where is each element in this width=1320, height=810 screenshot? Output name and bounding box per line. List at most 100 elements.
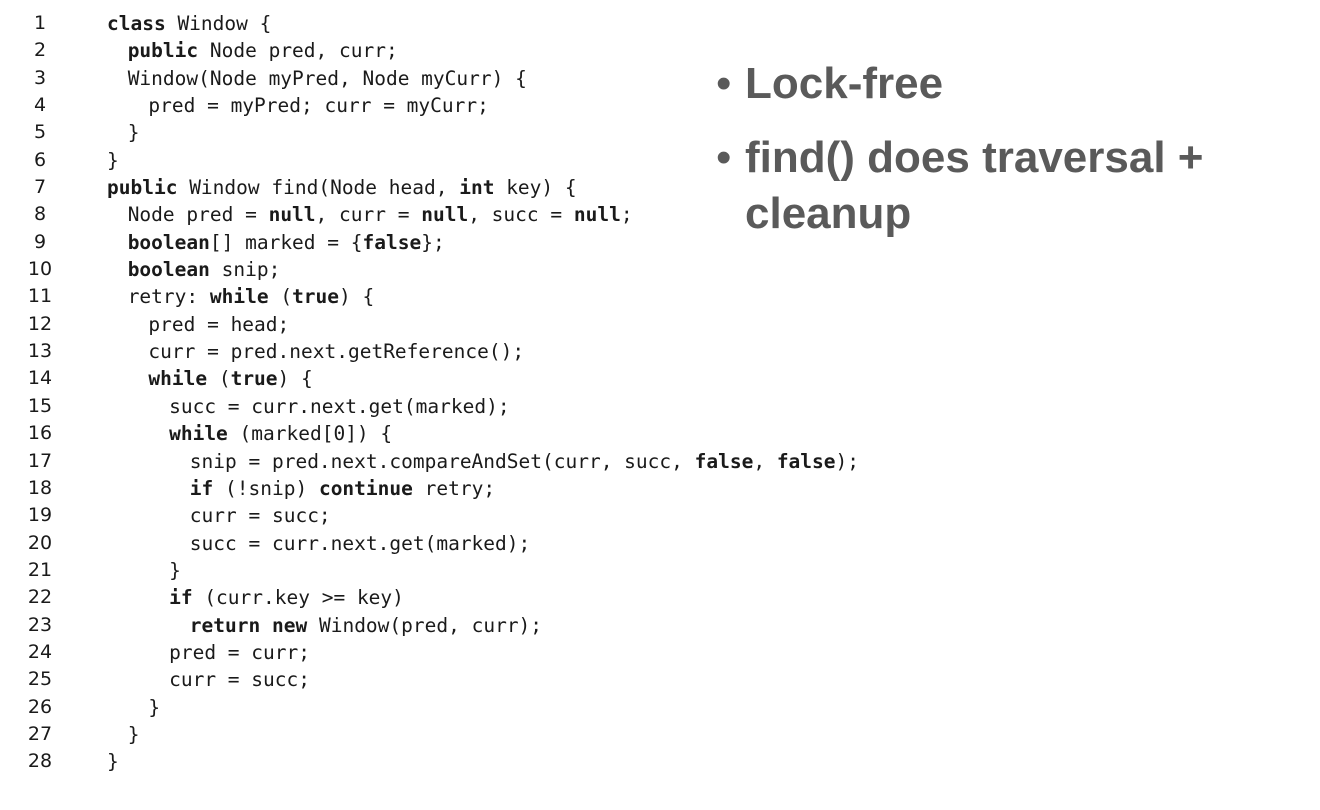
code-text: pred = head; <box>148 311 289 338</box>
code-line: 23 return new Window(pred, curr); <box>0 612 880 639</box>
line-number: 21 <box>27 558 53 581</box>
line-number: 20 <box>27 531 53 554</box>
code-text: } <box>148 694 160 721</box>
code-keyword: null <box>268 203 316 227</box>
code-token: } <box>169 558 181 582</box>
code-text: Window(Node myPred, Node myCurr) { <box>128 65 527 92</box>
code-token: curr = succ; <box>169 668 310 692</box>
code-line: 26} <box>0 694 880 721</box>
code-line: 1 class Window { <box>0 10 880 37</box>
code-line: 21} <box>0 557 880 584</box>
bullet-text: Lock-free <box>745 59 944 108</box>
line-number: 15 <box>27 394 53 417</box>
code-line: 17 snip = pred.next.compareAndSet(curr, s… <box>0 448 880 475</box>
code-keyword: return <box>189 613 261 637</box>
line-number: 28 <box>27 750 53 773</box>
line-number: 4 <box>33 94 47 117</box>
code-token: (marked[0]) { <box>227 422 393 446</box>
code-text: } <box>128 721 140 748</box>
code-text: curr = pred.next.getReference(); <box>148 338 524 365</box>
line-number: 12 <box>27 312 53 335</box>
code-token: } <box>127 722 140 746</box>
line-number: 10 <box>27 258 53 281</box>
line-number: 19 <box>27 504 53 527</box>
code-token: pred = myPred; curr = myCurr; <box>148 94 489 118</box>
line-number: 14 <box>27 367 53 390</box>
code-token: Window { <box>165 12 272 35</box>
code-keyword: while <box>148 367 208 391</box>
code-keyword: continue <box>318 476 413 500</box>
line-number: 1 <box>33 12 47 34</box>
code-keyword: boolean <box>127 258 210 282</box>
code-token: key) { <box>494 176 577 200</box>
code-token: retry: <box>127 285 210 309</box>
bullet-text: find() does traversal + cleanup <box>745 133 1204 238</box>
code-text: public Node pred, curr; <box>128 37 398 64</box>
code-text: } <box>107 147 119 174</box>
code-token: } <box>148 695 161 719</box>
line-number: 27 <box>27 722 53 745</box>
code-line: 20 succ = curr.next.get(marked); <box>0 530 880 557</box>
code-token: ( <box>268 285 293 309</box>
code-keyword: true <box>230 367 278 391</box>
code-token: pred = curr; <box>169 640 310 664</box>
code-keyword: new <box>272 613 308 637</box>
code-token: ); <box>835 449 859 473</box>
code-token: ) { <box>277 367 313 391</box>
bullet-dot: • <box>716 59 732 108</box>
code-text: succ = curr.next.get(marked); <box>190 530 530 557</box>
line-number: 23 <box>27 613 53 636</box>
code-token: ) { <box>339 285 375 309</box>
code-line: 19 curr = succ; <box>0 502 880 529</box>
code-line: 15 succ = curr.next.get(marked); <box>0 393 880 420</box>
code-keyword: public <box>107 176 178 200</box>
code-token: Window find(Node head, <box>177 176 460 200</box>
code-text: if (!snip) continue retry; <box>190 475 495 502</box>
code-text: while (marked[0]) { <box>169 420 392 447</box>
code-token: , <box>753 449 777 473</box>
line-number: 8 <box>33 203 47 226</box>
code-token: pred = head; <box>148 312 290 336</box>
code-token: Window(Node myPred, Node myCurr) { <box>127 66 527 90</box>
code-token: , curr = <box>315 203 422 227</box>
code-line: 22 if (curr.key >= key) <box>0 584 880 611</box>
code-token: succ = curr.next.get(marked); <box>189 531 531 555</box>
code-keyword: false <box>694 449 754 473</box>
code-keyword: if <box>189 476 214 500</box>
code-keyword: null <box>421 203 469 227</box>
code-keyword: false <box>776 449 836 473</box>
code-keyword: if <box>169 586 193 610</box>
code-token: (!snip) <box>213 476 319 500</box>
code-text: } <box>169 557 181 584</box>
code-token: (curr.key >= key) <box>192 586 404 610</box>
code-text: curr = succ; <box>190 502 331 529</box>
code-text: pred = curr; <box>169 639 310 666</box>
code-keyword: public <box>127 39 199 63</box>
code-line: 13 curr = pred.next.getReference(); <box>0 338 880 365</box>
code-token: , succ = <box>468 203 574 227</box>
code-keyword: int <box>459 176 495 200</box>
code-token: } <box>107 750 119 774</box>
code-text: return new Window(pred, curr); <box>190 612 542 639</box>
code-token: ( <box>207 367 231 391</box>
code-line: 14 while (true) { <box>0 365 880 392</box>
code-keyword: while <box>209 285 269 309</box>
code-keyword: null <box>573 203 621 227</box>
bullet-item-lock-free: • Lock-free <box>716 56 1296 112</box>
line-number: 17 <box>27 449 53 472</box>
line-number: 24 <box>27 640 53 663</box>
code-line: 27} <box>0 721 880 748</box>
code-token: ; <box>620 203 633 227</box>
line-number: 6 <box>33 148 47 171</box>
code-keyword: while <box>169 422 228 446</box>
code-text: boolean snip; <box>128 256 281 283</box>
line-number: 5 <box>33 121 47 144</box>
code-text: curr = succ; <box>169 666 310 693</box>
code-line: 28} <box>0 748 880 775</box>
line-number: 13 <box>27 340 53 363</box>
bullet-dot: • <box>716 133 732 182</box>
code-token: snip; <box>209 258 281 282</box>
code-token: } <box>127 121 140 145</box>
code-text: boolean[] marked = {false}; <box>128 229 445 256</box>
code-text: pred = myPred; curr = myCurr; <box>148 92 488 119</box>
